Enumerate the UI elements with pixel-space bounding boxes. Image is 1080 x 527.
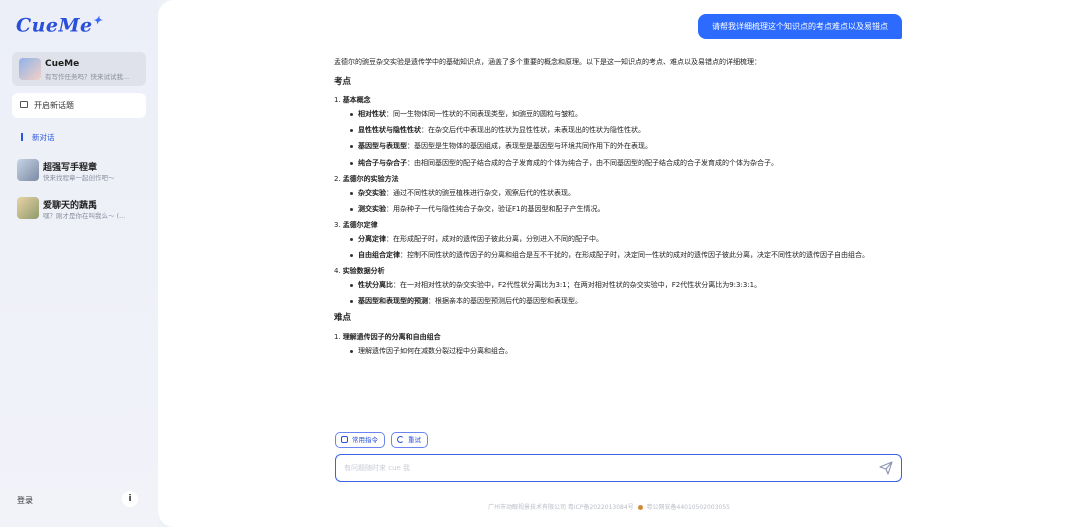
bullet-term: 分离定律 <box>358 234 386 243</box>
chat-plus-icon <box>20 101 28 108</box>
avatar <box>17 197 39 219</box>
bullet-text: ：用杂种子一代与隐性纯合子杂交，验证F1的基因型和配子产生情况。 <box>386 204 605 213</box>
login-link[interactable]: 登录 <box>17 495 33 506</box>
bullet-text: ：通过不同性状的豌豆植株进行杂交，观察后代的性状表现。 <box>386 188 575 197</box>
answer-intro: 孟德尔的豌豆杂交实验是遗传学中的基础知识点，涵盖了多个重要的概念和原理。以下是这… <box>334 58 761 66</box>
message-input[interactable] <box>344 462 844 474</box>
bullet-text: ：基因型是生物体的基因组成，表现型是基因型与环境共同作用下的外在表现。 <box>407 142 652 151</box>
bullet-item: 杂交实验：通过不同性状的豌豆植株进行杂交，观察后代的性状表现。 <box>334 189 902 198</box>
new-topic-label: 开启新话题 <box>34 101 74 110</box>
bullet-term: 纯合子与杂合子 <box>358 158 407 167</box>
send-icon[interactable] <box>879 461 893 475</box>
bullet-term: 基因型与表现型 <box>358 142 407 151</box>
answer-sections: 考点 1. 基本概念 相对性状：同一生物体同一性状的不同表现类型，如豌豆的圆粒与皱粒。… <box>334 77 902 356</box>
common-commands-label: 常用指令 <box>352 436 378 444</box>
section-heading: 难点 <box>334 313 352 324</box>
bullet-term: 杂交实验 <box>358 188 386 197</box>
numbered-item-title: 3. 孟德尔定律 <box>334 221 902 230</box>
bullet-text: 理解遗传因子如何在减数分裂过程中分离和组合。 <box>358 346 512 355</box>
bullet-item: 纯合子与杂合子：由相同基因型的配子结合成的合子发育成的个体为纯合子，由不同基因型… <box>334 159 902 168</box>
item-number: 1. <box>334 96 341 105</box>
item-title: 孟德尔定律 <box>342 220 378 229</box>
chat-subtitle: 嘿？刚才是你在叫我么～ (... <box>43 212 126 220</box>
message-input-box[interactable] <box>335 454 902 482</box>
sidebar-item-cueme[interactable]: CueMe 有写作任务吗？快来试试我... <box>12 52 146 86</box>
item-title: 基本概念 <box>342 96 371 105</box>
sidebar-item-new-chat[interactable]: 新对话 <box>32 132 55 143</box>
common-commands-button[interactable]: 常用指令 <box>335 432 385 448</box>
bullet-term: 显性性状与隐性性状 <box>358 126 421 135</box>
info-icon[interactable]: i <box>122 491 138 507</box>
footer: 广州市动眼视景技术有限公司 粤ICP备2022013084号 粤公网安备4401… <box>488 502 730 511</box>
bullet-term: 基因型和表现型的预测 <box>358 297 428 306</box>
section-heading: 考点 <box>334 77 352 88</box>
bullet-text: ：同一生物体同一性状的不同表现类型，如豌豆的圆粒与皱粒。 <box>386 110 582 119</box>
icp-link[interactable]: 广州市动眼视景技术有限公司 粤ICP备2022013084号 <box>488 504 634 511</box>
bullet-item: 基因型和表现型的预测：根据亲本的基因型预测后代的基因型和表现型。 <box>334 297 902 306</box>
section-marker <box>21 133 23 141</box>
chat-title: CueMe <box>45 59 80 69</box>
bullet-item: 显性性状与隐性性状：在杂交后代中表现出的性状为显性性状，未表现出的性状为隐性性状… <box>334 126 902 135</box>
numbered-item-title: 1. 基本概念 <box>334 96 902 105</box>
bullet-text: ：在一对相对性状的杂交实验中，F2代性状分离比为3:1；在两对相对性状的杂交实验… <box>393 281 762 290</box>
bullet-text: ：根据亲本的基因型预测后代的基因型和表现型。 <box>428 297 582 306</box>
item-title: 实验数据分析 <box>342 267 385 276</box>
bullet-text: ：在形成配子时，成对的遗传因子彼此分离，分别进入不同的配子中。 <box>386 234 603 243</box>
bullet-item: 相对性状：同一生物体同一性状的不同表现类型，如豌豆的圆粒与皱粒。 <box>334 110 902 119</box>
bullet-text: ：在杂交后代中表现出的性状为显性性状，未表现出的性状为隐性性状。 <box>421 126 645 135</box>
item-title: 理解遗传因子的分离和自由组合 <box>342 332 441 341</box>
avatar <box>19 58 41 80</box>
bullet-text: ：由相同基因型的配子结合成的合子发育成的个体为纯合子，由不同基因型的配子结合成的… <box>407 158 778 167</box>
numbered-item-title: 2. 孟德尔的实验方法 <box>334 175 902 184</box>
user-message: 请帮我详细梳理这个知识点的考点难点以及易错点 <box>698 14 902 39</box>
assistant-message: 孟德尔的豌豆杂交实验是遗传学中的基础知识点，涵盖了多个重要的概念和原理。以下是这… <box>334 48 902 426</box>
retry-button[interactable]: 重试 <box>391 432 428 448</box>
item-number: 2. <box>334 174 341 183</box>
chat-subtitle: 有写作任务吗？快来试试我... <box>45 73 130 81</box>
bullet-item: 自由组合定律：控制不同性状的遗传因子的分离和组合是互不干扰的，在形成配子时，决定… <box>334 251 902 260</box>
retry-label: 重试 <box>408 436 421 444</box>
list-icon <box>341 436 348 443</box>
bullet-term: 自由组合定律 <box>358 251 400 260</box>
item-title: 孟德尔的实验方法 <box>342 174 399 183</box>
chat-subtitle: 快来找程章一起创作吧～ <box>43 174 115 182</box>
bullet-item: 性状分离比：在一对相对性状的杂交实验中，F2代性状分离比为3:1；在两对相对性状… <box>334 281 902 290</box>
sidebar: CueMe✦ CueMe 有写作任务吗？快来试试我... 开启新话题 新对话 超… <box>0 0 158 527</box>
bullet-item: 测交实验：用杂种子一代与隐性纯合子杂交，验证F1的基因型和配子产生情况。 <box>334 205 902 214</box>
bullet-term: 性状分离比 <box>358 281 393 290</box>
refresh-icon <box>397 436 404 443</box>
sidebar-item-writer[interactable]: 超强写手程章 快来找程章一起创作吧～ <box>12 155 146 185</box>
sidebar-item-chatter[interactable]: 爱聊天的蔬禹 嘿？刚才是你在叫我么～ (... <box>12 193 146 223</box>
avatar <box>17 159 39 181</box>
app-logo[interactable]: CueMe✦ <box>16 14 102 36</box>
new-topic-button[interactable]: 开启新话题 <box>12 93 146 118</box>
bullet-item: 理解遗传因子如何在减数分裂过程中分离和组合。 <box>334 347 902 356</box>
item-number: 3. <box>334 220 341 229</box>
item-number: 1. <box>334 332 341 341</box>
bullet-item: 分离定律：在形成配子时，成对的遗传因子彼此分离，分别进入不同的配子中。 <box>334 235 902 244</box>
police-record[interactable]: 粤公网安备44010502003055 <box>647 504 730 511</box>
numbered-item-title: 1. 理解遗传因子的分离和自由组合 <box>334 333 902 342</box>
chat-main: 请帮我详细梳理这个知识点的考点难点以及易错点 孟德尔的豌豆杂交实验是遗传学中的基… <box>158 0 1080 527</box>
bullet-text: ：控制不同性状的遗传因子的分离和组合是互不干扰的，在形成配子时，决定同一性状的成… <box>400 251 869 260</box>
bullet-item: 基因型与表现型：基因型是生物体的基因组成，表现型是基因型与环境共同作用下的外在表… <box>334 142 902 151</box>
numbered-item-title: 4. 实验数据分析 <box>334 267 902 276</box>
bullet-term: 相对性状 <box>358 110 386 119</box>
item-number: 4. <box>334 267 341 276</box>
bullet-term: 测交实验 <box>358 204 386 213</box>
police-badge-icon <box>637 505 643 510</box>
